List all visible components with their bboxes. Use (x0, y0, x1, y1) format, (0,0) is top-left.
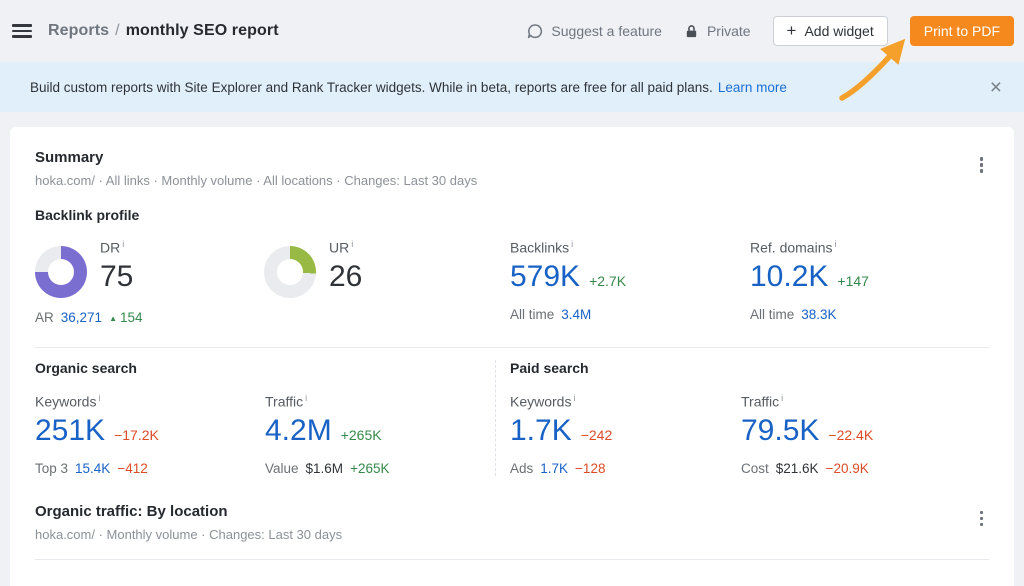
backlinks-alltime-line: All time 3.4M (510, 307, 750, 322)
kebab-menu-icon[interactable] (974, 505, 990, 533)
ar-label: AR (35, 310, 54, 325)
organic-value-line: Value $1.6M +265K (265, 461, 495, 476)
learn-more-link[interactable]: Learn more (718, 80, 787, 95)
private-label: Private (707, 23, 751, 39)
paid-search-group: Paid search Keywordsi 1.7K −242 Ads 1.7K… (495, 360, 989, 476)
ar-line: AR 36,271 ▲154 (35, 310, 264, 325)
organic-traffic-delta: +265K (341, 427, 382, 443)
paid-traffic-metric: Traffici 79.5K −22.4K Cost $21.6K −20.9K (741, 393, 989, 476)
breadcrumb-reports-link[interactable]: Reports (48, 22, 109, 39)
dr-metric: DRi 75 AR 36,271 ▲154 (35, 239, 264, 325)
by-location-subtitle: hoka.com/ · Monthly volume · Changes: La… (35, 527, 342, 542)
hamburger-menu-icon[interactable] (12, 24, 32, 38)
close-icon[interactable]: × (984, 75, 1008, 100)
by-location-widget-header: Organic traffic: By location hoka.com/ ·… (10, 476, 1014, 542)
ref-domains-metric: Ref. domainsi 10.2K +147 All time 38.3K (750, 239, 989, 325)
organic-keywords-value-link[interactable]: 251K (35, 413, 105, 449)
backlinks-label: Backlinksi (510, 239, 750, 256)
lock-icon (684, 24, 699, 39)
dr-donut-chart (35, 246, 87, 298)
by-location-title: Organic traffic: By location (35, 503, 342, 520)
organic-search-title: Organic search (35, 360, 495, 376)
search-metrics-row: Organic search Keywordsi 251K −17.2K Top… (10, 360, 1014, 476)
speech-bubble-icon (527, 23, 543, 39)
paid-ads-line: Ads 1.7K −128 (510, 461, 741, 476)
info-icon[interactable]: i (351, 239, 353, 250)
info-icon[interactable]: i (834, 239, 836, 250)
paid-traffic-value-link[interactable]: 79.5K (741, 413, 819, 449)
info-icon[interactable]: i (98, 393, 100, 404)
ar-delta: ▲154 (109, 310, 142, 325)
summary-subtitle: hoka.com/ · All links · Monthly volume ·… (35, 173, 477, 188)
backlink-profile-title: Backlink profile (35, 207, 989, 223)
organic-traffic-metric: Traffici 4.2M +265K Value $1.6M +265K (265, 393, 495, 476)
dr-label: DRi (100, 239, 133, 256)
plus-icon: + (787, 22, 797, 39)
suggest-feature-button[interactable]: Suggest a feature (527, 23, 662, 39)
paid-keywords-metric: Keywordsi 1.7K −242 Ads 1.7K −128 (510, 393, 741, 476)
ur-label: URi (329, 239, 362, 256)
info-icon[interactable]: i (573, 393, 575, 404)
paid-keywords-value-link[interactable]: 1.7K (510, 413, 572, 449)
dr-value: 75 (100, 259, 133, 295)
info-icon[interactable]: i (305, 393, 307, 404)
banner-message: Build custom reports with Site Explorer … (30, 80, 787, 95)
paid-traffic-delta: −22.4K (828, 427, 873, 443)
paid-search-title: Paid search (510, 360, 989, 376)
info-icon[interactable]: i (122, 239, 124, 250)
paid-cost-line: Cost $21.6K −20.9K (741, 461, 989, 476)
privacy-status[interactable]: Private (684, 23, 751, 39)
summary-title: Summary (35, 149, 477, 166)
breadcrumb: Reports / monthly SEO report (48, 22, 279, 40)
ur-value: 26 (329, 259, 362, 295)
summary-widget-header: Summary hoka.com/ · All links · Monthly … (10, 127, 1014, 188)
suggest-feature-label: Suggest a feature (551, 23, 662, 39)
top-header: Reports / monthly SEO report Suggest a fea… (0, 0, 1024, 62)
bottom-divider (35, 559, 989, 560)
kebab-menu-icon[interactable] (974, 151, 990, 179)
organic-top3-line: Top 3 15.4K −412 (35, 461, 265, 476)
backlinks-delta: +2.7K (589, 273, 626, 289)
summary-card: Summary hoka.com/ · All links · Monthly … (10, 127, 1014, 586)
up-triangle-icon: ▲ (109, 314, 117, 323)
info-icon[interactable]: i (571, 239, 573, 250)
info-icon[interactable]: i (781, 393, 783, 404)
section-divider (35, 347, 989, 348)
paid-ads-link[interactable]: 1.7K (540, 461, 568, 476)
backlinks-value-link[interactable]: 579K (510, 259, 580, 295)
organic-traffic-value-link[interactable]: 4.2M (265, 413, 332, 449)
ref-domains-alltime-line: All time 38.3K (750, 307, 989, 322)
organic-search-group: Organic search Keywordsi 251K −17.2K Top… (35, 360, 495, 476)
ahrefs-report-screen: Reports / monthly SEO report Suggest a fea… (0, 0, 1024, 586)
backlinks-alltime-link[interactable]: 3.4M (561, 307, 591, 322)
backlinks-metric: Backlinksi 579K +2.7K All time 3.4M (510, 239, 750, 325)
organic-keywords-metric: Keywordsi 251K −17.2K Top 3 15.4K −412 (35, 393, 265, 476)
page-title: monthly SEO report (126, 22, 279, 39)
add-widget-button[interactable]: + Add widget (773, 16, 888, 46)
ur-metric: URi 26 (264, 239, 510, 325)
organic-top3-link[interactable]: 15.4K (75, 461, 110, 476)
ur-donut-chart (264, 246, 316, 298)
ref-domains-delta: +147 (837, 273, 869, 289)
ref-domains-alltime-link[interactable]: 38.3K (801, 307, 836, 322)
ref-domains-label: Ref. domainsi (750, 239, 989, 256)
breadcrumb-separator: / (115, 22, 120, 39)
organic-keywords-delta: −17.2K (114, 427, 159, 443)
ref-domains-value-link[interactable]: 10.2K (750, 259, 828, 295)
backlink-metrics-row: DRi 75 AR 36,271 ▲154 URi 26 (10, 239, 1014, 325)
print-to-pdf-button[interactable]: Print to PDF (910, 16, 1014, 46)
paid-keywords-delta: −242 (581, 427, 613, 443)
beta-banner: Build custom reports with Site Explorer … (0, 62, 1024, 112)
add-widget-label: Add widget (804, 23, 873, 39)
ar-value-link[interactable]: 36,271 (61, 310, 102, 325)
